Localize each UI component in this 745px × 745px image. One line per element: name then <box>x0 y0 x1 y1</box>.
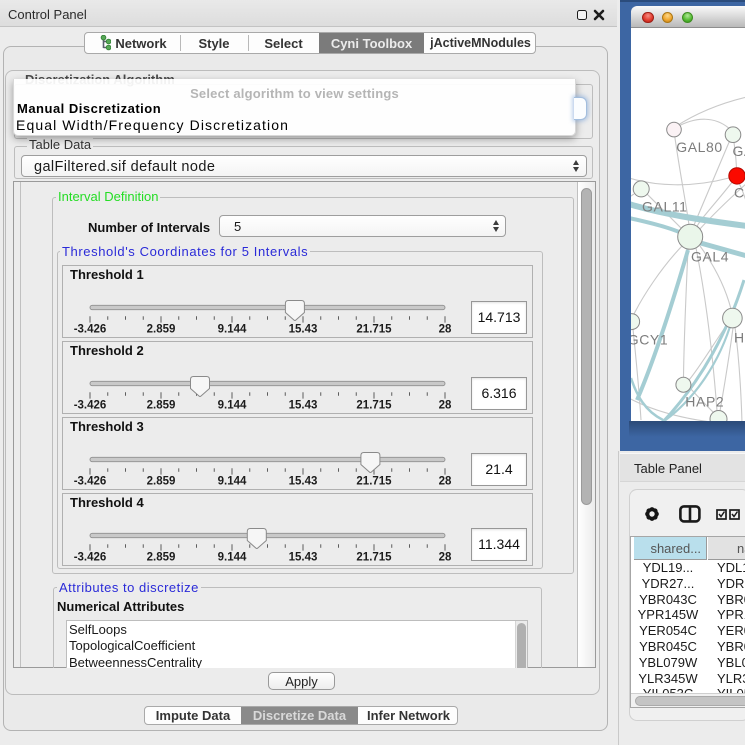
svg-text:-3.426: -3.426 <box>74 324 107 336</box>
svg-text:GAL80: GAL80 <box>676 139 723 155</box>
svg-text:28: 28 <box>439 551 452 563</box>
svg-text:GCY1: GCY1 <box>631 332 668 348</box>
svg-text:2.859: 2.859 <box>147 400 176 412</box>
svg-text:GAL11: GAL11 <box>642 199 688 215</box>
svg-text:21.715: 21.715 <box>356 400 392 412</box>
svg-text:2.859: 2.859 <box>147 476 176 488</box>
svg-text:HI: HI <box>734 330 745 346</box>
svg-text:15.43: 15.43 <box>289 551 318 563</box>
svg-text:21.715: 21.715 <box>356 476 392 488</box>
svg-text:-3.426: -3.426 <box>74 476 107 488</box>
svg-text:21.715: 21.715 <box>356 551 392 563</box>
svg-text:HAP2: HAP2 <box>685 394 724 410</box>
svg-text:28: 28 <box>439 476 452 488</box>
svg-text:15.43: 15.43 <box>289 476 318 488</box>
svg-text:15.43: 15.43 <box>289 324 318 336</box>
svg-text:2.859: 2.859 <box>147 324 176 336</box>
svg-text:9.144: 9.144 <box>218 400 247 412</box>
svg-text:9.144: 9.144 <box>218 551 247 563</box>
svg-text:GAL4: GAL4 <box>691 249 729 265</box>
svg-text:-3.426: -3.426 <box>74 551 107 563</box>
svg-text:GA: GA <box>733 143 745 159</box>
svg-text:2.859: 2.859 <box>147 551 176 563</box>
svg-text:28: 28 <box>439 324 452 336</box>
svg-text:C: C <box>734 185 745 201</box>
svg-text:15.43: 15.43 <box>289 400 318 412</box>
svg-text:-3.426: -3.426 <box>74 400 107 412</box>
svg-text:21.715: 21.715 <box>356 324 392 336</box>
svg-text:9.144: 9.144 <box>218 324 247 336</box>
svg-text:28: 28 <box>439 400 452 412</box>
svg-text:9.144: 9.144 <box>218 476 247 488</box>
